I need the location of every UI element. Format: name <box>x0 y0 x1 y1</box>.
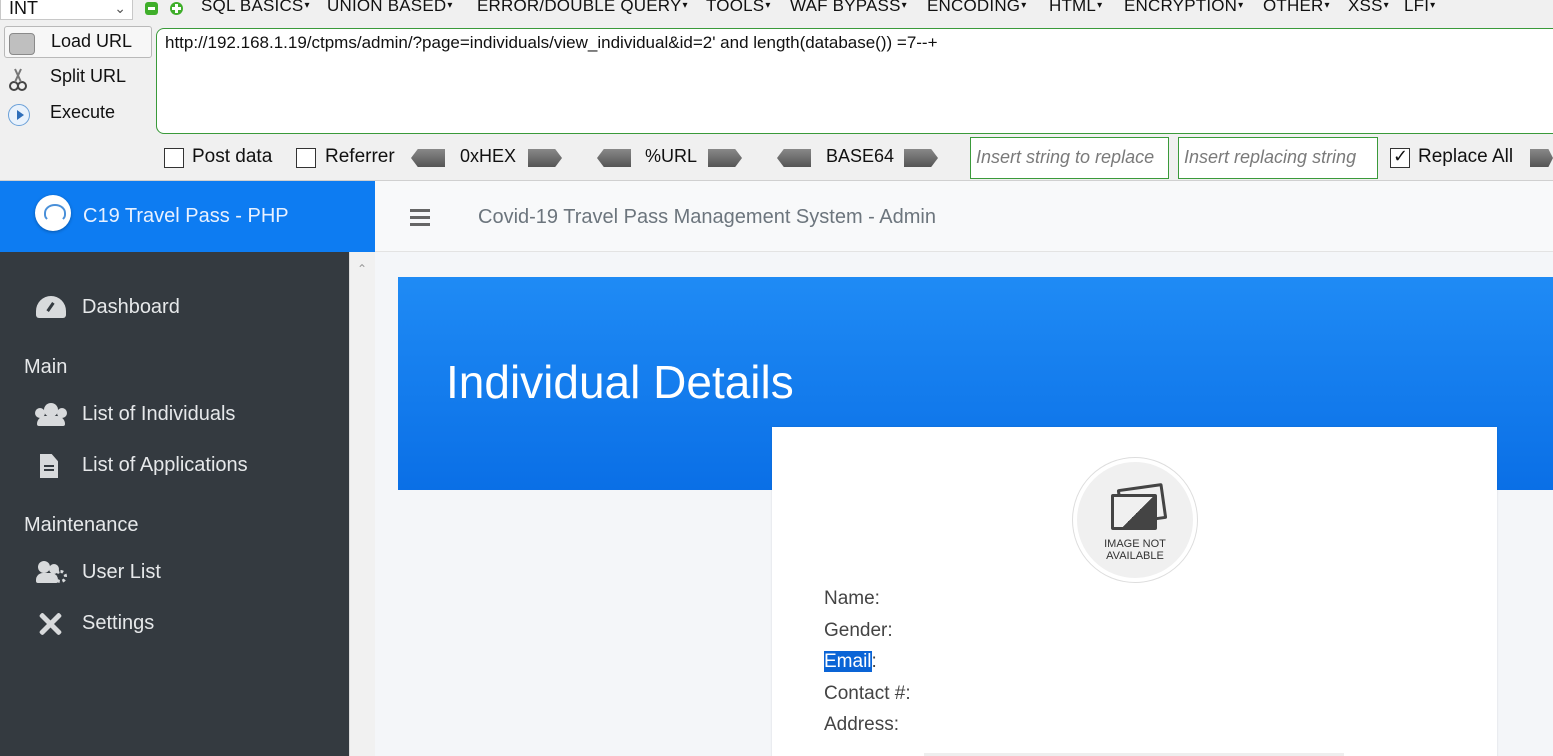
hamburger-menu-icon[interactable] <box>410 209 430 226</box>
menu-xss[interactable]: XSS <box>1348 0 1389 16</box>
brand-name: C19 Travel Pass - PHP <box>83 205 289 227</box>
menu-tools[interactable]: TOOLS <box>706 0 771 16</box>
hex-label: 0xHEX <box>460 146 517 166</box>
name-label: Name: <box>824 588 880 609</box>
replacing-string-input[interactable]: Insert replacing string <box>1178 137 1378 179</box>
printer-icon <box>9 33 35 55</box>
url-textarea[interactable]: http://192.168.1.19/ctpms/admin/?page=in… <box>156 28 1553 134</box>
scissors-icon <box>8 68 28 91</box>
chevron-up-icon[interactable]: ⌃ <box>357 262 367 276</box>
post-data-label: Post data <box>192 146 273 167</box>
screen: INT ⌄ SQL BASICS UNION BASED ERROR/DOUBLE… <box>0 0 1553 756</box>
image-not-available-line-1: IMAGE NOT <box>1104 538 1166 550</box>
url-encode-arrow-icon[interactable] <box>708 149 742 167</box>
sidebar-item-label: Settings <box>82 612 155 634</box>
type-select[interactable]: INT ⌄ <box>0 0 133 20</box>
sidebar: Dashboard Main List of Individuals List … <box>0 252 349 756</box>
base64-decode-arrow-icon[interactable] <box>777 149 811 167</box>
plus-icon[interactable] <box>170 2 183 15</box>
avatar: IMAGE NOT AVAILABLE <box>1073 458 1197 582</box>
type-select-value: INT <box>9 0 38 18</box>
system-title: Covid-19 Travel Pass Management System -… <box>478 206 936 228</box>
sidebar-item-label: List of Individuals <box>82 403 236 425</box>
load-url-button[interactable]: Load URL <box>4 26 152 58</box>
referrer-checkbox[interactable] <box>296 148 316 168</box>
menu-encryption[interactable]: ENCRYPTION <box>1124 0 1243 16</box>
menu-html[interactable]: HTML <box>1049 0 1102 16</box>
dashboard-gauge-icon <box>36 296 66 318</box>
file-icon <box>40 454 58 478</box>
individual-details-card: IMAGE NOT AVAILABLE Name: Gender: Email:… <box>772 427 1497 756</box>
gender-label: Gender: <box>824 620 893 641</box>
replace-all-label: Replace All <box>1418 146 1514 167</box>
urlenc-label: %URL <box>645 146 698 166</box>
load-url-label: Load URL <box>51 31 133 51</box>
hackbar-menubar: INT ⌄ SQL BASICS UNION BASED ERROR/DOUBLE… <box>0 0 1553 20</box>
base64-label: BASE64 <box>826 146 895 166</box>
brand-link[interactable]: C19 Travel Pass - PHP <box>0 181 375 252</box>
sidebar-item-label: List of Applications <box>82 454 248 476</box>
menu-union-based[interactable]: UNION BASED <box>327 0 453 16</box>
minus-icon[interactable] <box>145 2 158 15</box>
url-decode-arrow-icon[interactable] <box>597 149 631 167</box>
hackbar-toolbar: INT ⌄ SQL BASICS UNION BASED ERROR/DOUBLE… <box>0 0 1553 181</box>
users-icon <box>36 403 66 427</box>
image-placeholder-icon <box>1111 486 1161 530</box>
contact-label: Contact #: <box>824 683 911 704</box>
address-label: Address: <box>824 714 899 735</box>
email-label: Email: <box>824 651 877 673</box>
image-not-available-text: IMAGE NOT AVAILABLE <box>1077 538 1193 562</box>
post-data-checkbox[interactable] <box>164 148 184 168</box>
email-colon: : <box>871 651 877 672</box>
play-icon <box>8 104 30 126</box>
replace-string-input[interactable]: Insert string to replace <box>970 137 1169 179</box>
content-wrapper: Individual Details IMAGE NOT AVAILABLE N… <box>375 252 1553 756</box>
referrer-label: Referrer <box>325 146 395 167</box>
split-url-label: Split URL <box>50 66 127 86</box>
menu-waf-bypass[interactable]: WAF BYPASS <box>790 0 907 16</box>
menu-error-double-query[interactable]: ERROR/DOUBLE QUERY <box>477 0 688 16</box>
base64-encode-arrow-icon[interactable] <box>904 149 938 167</box>
email-selected-text: Email <box>824 651 872 672</box>
execute-label: Execute <box>50 102 116 122</box>
menu-encoding[interactable]: ENCODING <box>927 0 1026 16</box>
top-navbar: Covid-19 Travel Pass Management System -… <box>375 181 1553 252</box>
menu-lfi[interactable]: LFI <box>1404 0 1435 16</box>
sidebar-header-main: Main <box>24 356 68 378</box>
brand-logo-icon <box>35 195 71 231</box>
replace-arrow-icon[interactable] <box>1530 149 1553 167</box>
hex-encode-arrow-icon[interactable] <box>528 149 562 167</box>
chevron-down-icon: ⌄ <box>114 0 126 16</box>
tools-icon <box>36 612 66 636</box>
hex-decode-arrow-icon[interactable] <box>411 149 445 167</box>
sidebar-item-label: Dashboard <box>82 296 180 318</box>
execute-button[interactable]: Execute <box>4 98 152 130</box>
replace-all-checkbox[interactable] <box>1390 146 1410 168</box>
page-title: Individual Details <box>446 356 794 408</box>
user-cog-icon <box>36 561 67 585</box>
menu-other[interactable]: OTHER <box>1263 0 1330 16</box>
sidebar-scrollbar[interactable]: ⌃ <box>349 252 375 756</box>
split-url-button[interactable]: Split URL <box>4 62 152 94</box>
image-not-available-line-2: AVAILABLE <box>1106 550 1164 562</box>
sidebar-header-maintenance: Maintenance <box>24 514 139 536</box>
menu-sql-basics[interactable]: SQL BASICS <box>201 0 310 16</box>
sidebar-item-label: User List <box>82 561 161 583</box>
